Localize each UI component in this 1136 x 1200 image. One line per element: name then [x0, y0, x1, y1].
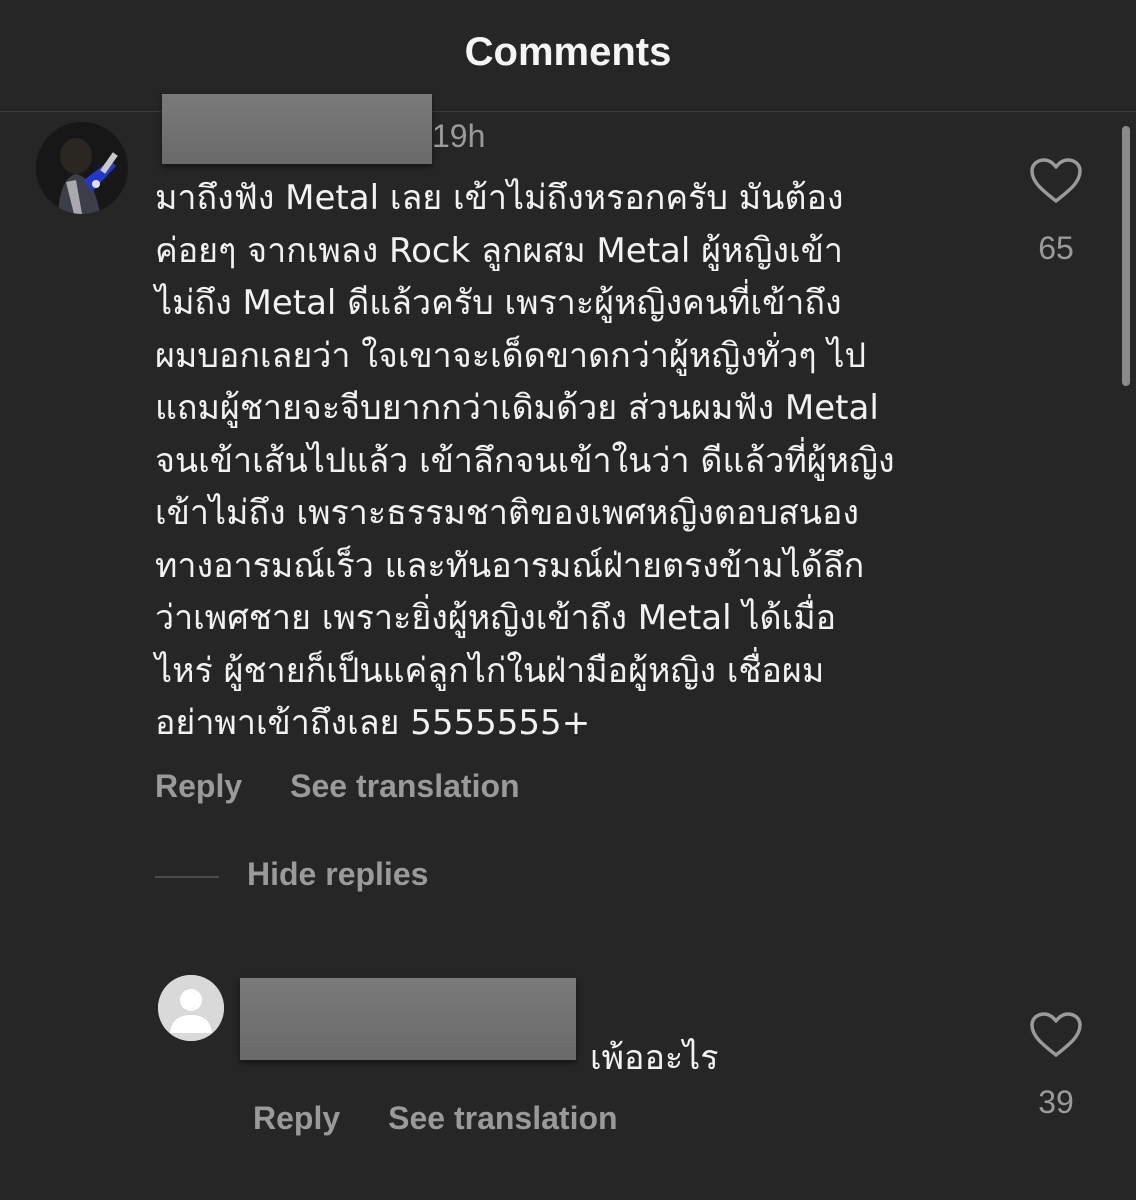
comments-screen: Comments 19h มาถึงฟัง Metal เลย เข้าไม่ถ… — [0, 0, 1136, 1200]
heart-outline-icon — [1030, 158, 1082, 203]
like-button[interactable] — [1030, 1012, 1082, 1058]
replies-divider — [155, 876, 219, 878]
heart-outline-icon — [1030, 1012, 1082, 1057]
reply-actions: Reply See translation — [253, 1100, 618, 1137]
reply-button[interactable]: Reply — [253, 1100, 340, 1137]
reply-button[interactable]: Reply — [155, 768, 242, 805]
like-button[interactable] — [1030, 158, 1082, 204]
reply-text: เพ้ออะไร — [590, 1038, 719, 1078]
scrollbar[interactable] — [1122, 126, 1130, 386]
default-avatar-icon — [158, 975, 224, 1041]
comment-text: มาถึงฟัง Metal เลย เข้าไม่ถึงหรอกครับ มั… — [155, 178, 895, 743]
like-count: 39 — [1038, 1084, 1074, 1120]
see-translation-button[interactable]: See translation — [388, 1100, 617, 1137]
like-count: 65 — [1038, 230, 1074, 266]
comment-actions: Reply See translation — [155, 768, 520, 805]
page-title: Comments — [464, 30, 672, 74]
avatar[interactable] — [36, 122, 128, 214]
redaction-block — [162, 94, 432, 164]
timestamp: 19h — [432, 118, 486, 154]
avatar-photo — [36, 122, 128, 214]
see-translation-button[interactable]: See translation — [290, 768, 519, 805]
hide-replies-button[interactable]: Hide replies — [247, 856, 428, 893]
avatar[interactable] — [158, 975, 224, 1041]
redaction-block — [240, 978, 576, 1060]
